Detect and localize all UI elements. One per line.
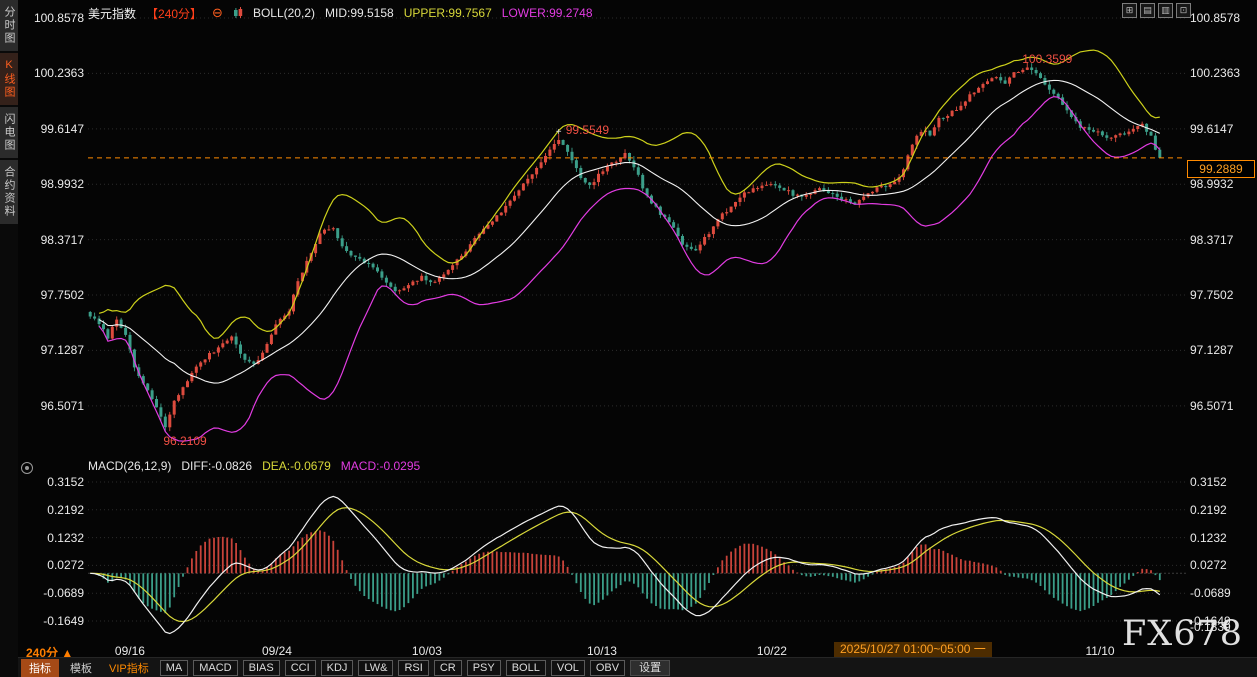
toolbar-btn-bias[interactable]: BIAS xyxy=(242,659,280,676)
macd-tick-right: -0.0689 xyxy=(1190,586,1231,601)
selected-bar-time-label: 2025/10/27 01:00~05:00 一 xyxy=(834,642,992,657)
sidebar-tab-time-chart[interactable]: 分时图 xyxy=(0,0,18,51)
layout-rows-icon[interactable]: ▤ xyxy=(1140,3,1155,18)
price-chart-canvas[interactable] xyxy=(88,10,1186,456)
macd-diff-value: DIFF:-0.0826 xyxy=(181,459,253,473)
x-axis-date: 10/03 xyxy=(411,644,442,658)
price-tick-left: 98.3717 xyxy=(40,232,84,247)
toolbar-btn-kdj[interactable]: KDJ xyxy=(320,659,354,676)
app-window: 分时图 K线图 闪电图 合约资料 美元指数 【240分】 ⊖ BOLL(20,2… xyxy=(0,0,1257,677)
toolbar-btn-settings[interactable]: 设置 xyxy=(630,659,671,676)
macd-tick-left: 0.3152 xyxy=(47,475,84,490)
price-tick-left: 100.8578 xyxy=(33,11,84,25)
toolbar-btn-vol[interactable]: VOL xyxy=(550,659,585,676)
sidebar-tab-lightning-chart[interactable]: 闪电图 xyxy=(0,107,18,158)
toolbar-btn-macd[interactable]: MACD xyxy=(193,659,238,676)
price-tick-left: 97.1287 xyxy=(40,343,84,358)
macd-tick-right: 0.2192 xyxy=(1190,502,1227,517)
macd-tick-right: 0.1232 xyxy=(1190,530,1227,545)
x-axis-date: 10/22 xyxy=(756,644,787,658)
x-axis-date: 11/10 xyxy=(1085,644,1115,658)
indicator-toolbar: 指标 模板 VIP指标 MA MACD BIAS CCI KDJ LW& RSI CR PSY BOLL… xyxy=(18,657,1257,677)
macd-tick-right: 0.0272 xyxy=(1190,558,1227,573)
price-tick-right: 98.9932 xyxy=(1190,177,1234,192)
price-tick-right: 96.5071 xyxy=(1190,398,1234,413)
toolbar-btn-cr[interactable]: CR xyxy=(433,659,462,676)
macd-tick-left: 0.2192 xyxy=(47,502,84,517)
toolbar-btn-templates[interactable]: 模板 xyxy=(64,659,98,677)
toolbar-btn-ma[interactable]: MA xyxy=(159,659,189,676)
toolbar-btn-boll[interactable]: BOLL xyxy=(505,659,546,676)
x-axis-date: 10/13 xyxy=(586,644,617,658)
symbol-name: 美元指数 xyxy=(88,6,137,21)
boll-indicator-label: BOLL(20,2) xyxy=(252,6,315,20)
price-tick-right: 100.8578 xyxy=(1190,11,1241,25)
toolbar-btn-psy[interactable]: PSY xyxy=(466,659,501,676)
toolbar-btn-indicators[interactable]: 指标 xyxy=(21,658,59,677)
price-tick-left: 99.6147 xyxy=(40,121,84,136)
toolbar-btn-vip-indicators[interactable]: VIP指标 xyxy=(103,659,155,677)
sidebar-tab-contract-info[interactable]: 合约资料 xyxy=(0,160,18,224)
price-tick-right: 97.7502 xyxy=(1190,288,1234,303)
price-tick-right: 100.2363 xyxy=(1190,66,1241,81)
price-tick-right: 97.1287 xyxy=(1190,343,1234,358)
macd-dea-value: DEA:-0.0679 xyxy=(262,459,331,473)
layout-grid-icon[interactable]: ⊡ xyxy=(1176,3,1191,18)
watermark: FX678 xyxy=(1122,614,1244,654)
toolbar-btn-lwr[interactable]: LW& xyxy=(358,659,394,676)
boll-mid-value: MID:99.5158 xyxy=(325,6,394,20)
chart-header: 美元指数 【240分】 ⊖ BOLL(20,2) MID:99.5158 UPP… xyxy=(88,5,593,21)
toolbar-btn-rsi[interactable]: RSI xyxy=(398,659,429,676)
window-layout-controls: ⊞ ▤ ▥ ⊡ xyxy=(1122,3,1191,18)
toolbar-btn-cci[interactable]: CCI xyxy=(284,659,316,676)
x-axis-date: 09/16 xyxy=(114,644,145,658)
period-label: 【240分】 xyxy=(146,6,203,21)
macd-tick-left: -0.1649 xyxy=(43,614,84,629)
sidebar-tab-kline-chart[interactable]: K线图 xyxy=(0,53,18,105)
price-tick-right: 98.3717 xyxy=(1190,232,1234,247)
macd-tick-left: 0.0272 xyxy=(47,558,84,573)
boll-lower-value: LOWER:99.2748 xyxy=(501,6,593,20)
macd-macd-value: MACD:-0.0295 xyxy=(340,459,421,473)
macd-header: MACD(26,12,9) DIFF:-0.0826 DEA:-0.0679 M… xyxy=(88,459,420,473)
new-window-icon[interactable]: ⊞ xyxy=(1122,3,1137,18)
macd-chart-canvas[interactable] xyxy=(88,474,1186,640)
boll-upper-value: UPPER:99.7567 xyxy=(403,6,492,20)
collapse-icon[interactable]: ⊖ xyxy=(212,5,223,21)
candlestick-icon xyxy=(233,7,243,19)
sidebar: 分时图 K线图 闪电图 合约资料 xyxy=(0,0,18,677)
price-tick-left: 98.9932 xyxy=(40,177,84,192)
layout-columns-icon[interactable]: ▥ xyxy=(1158,3,1173,18)
macd-params-label: MACD(26,12,9) xyxy=(88,459,172,473)
price-tick-left: 100.2363 xyxy=(33,66,84,81)
macd-tick-right: 0.3152 xyxy=(1190,475,1227,490)
price-tick-left: 97.7502 xyxy=(40,288,84,303)
x-axis-date: 09/24 xyxy=(261,644,292,658)
toolbar-btn-obv[interactable]: OBV xyxy=(589,659,626,676)
macd-tick-left: 0.1232 xyxy=(47,530,84,545)
last-price-tag: 99.2889 xyxy=(1187,160,1255,178)
price-tick-left: 96.5071 xyxy=(40,398,84,413)
indicator-toggle-icon[interactable] xyxy=(21,462,33,474)
macd-tick-left: -0.0689 xyxy=(43,586,84,601)
price-tick-right: 99.6147 xyxy=(1190,121,1234,136)
